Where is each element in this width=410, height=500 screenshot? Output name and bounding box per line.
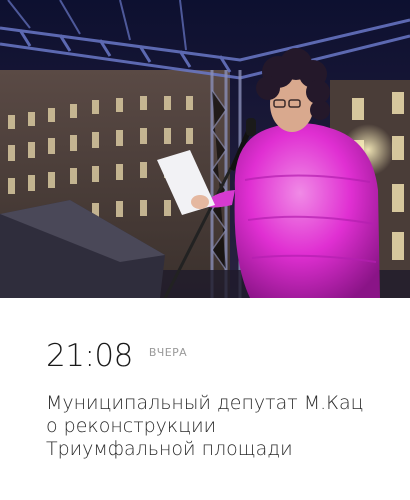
news-headline-line: Триумфальной площади — [46, 438, 293, 460]
news-photo-image — [0, 0, 410, 298]
news-photo[interactable] — [0, 0, 410, 298]
news-headline-line: Муниципальный депутат М.Кац — [46, 392, 364, 414]
news-headline[interactable]: Муниципальный депутат М.Кац о реконструк… — [46, 392, 396, 461]
news-time: 21:08 — [46, 338, 133, 374]
news-card[interactable]: 21:08 ВЧЕРА Муниципальный депутат М.Кац … — [0, 0, 410, 500]
news-meta: 21:08 ВЧЕРА — [46, 336, 386, 376]
news-headline-line: о реконструкции — [46, 415, 217, 437]
news-day-label: ВЧЕРА — [148, 346, 188, 359]
